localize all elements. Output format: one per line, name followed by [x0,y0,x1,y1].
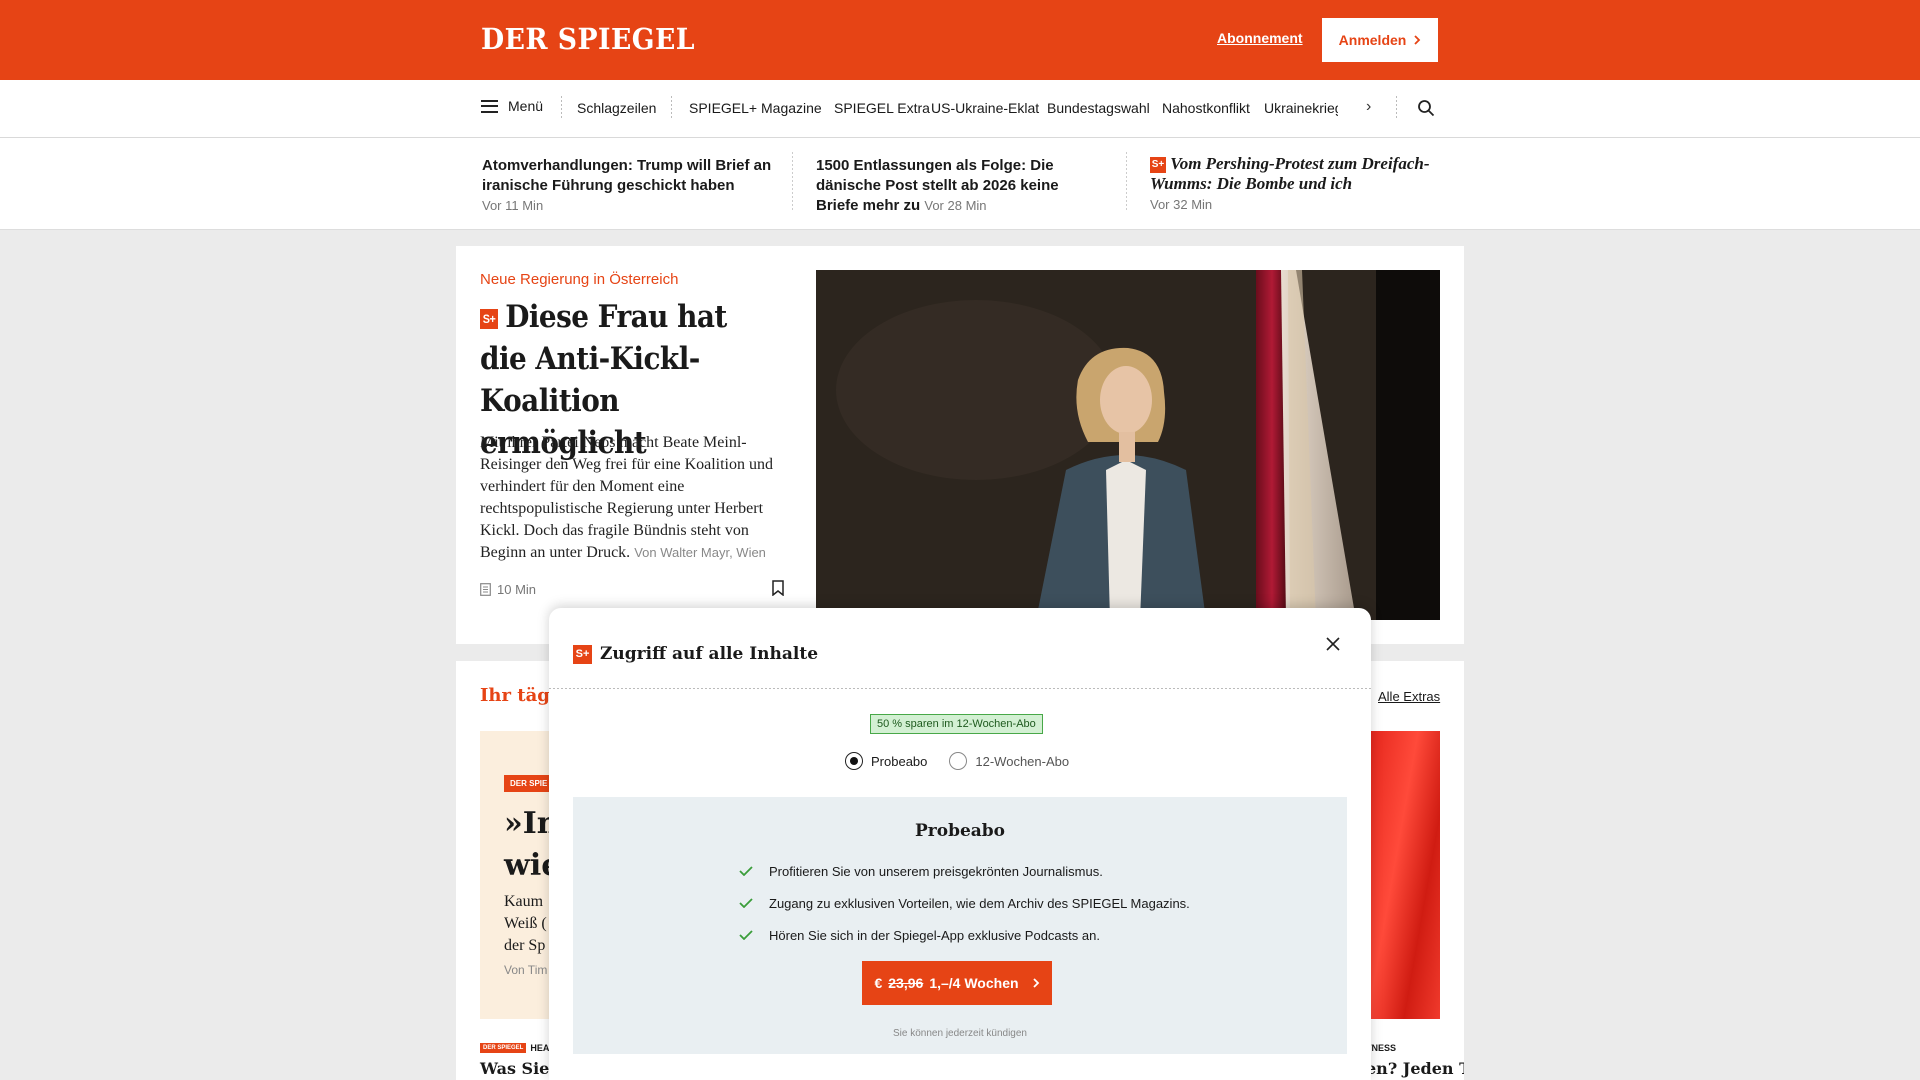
article-kicker: Neue Regierung in Österreich [480,271,679,288]
all-extras-link[interactable]: Alle Extras [1378,689,1440,704]
benefit-text: Zugang zu exklusiven Vorteilen, wie dem … [769,895,1190,911]
nav-item-nahostkonflikt[interactable]: Nahostkonflikt [1162,100,1264,120]
nav-item-spiegel-plus[interactable]: SPIEGEL+ [689,100,761,120]
abonnement-link[interactable]: Abonnement [1217,30,1303,46]
spiegel-logo[interactable]: DER SPIEGEL [481,22,695,56]
bookmark-icon[interactable] [772,580,784,596]
category-tag: DER SPIEGEL HEALT [480,1043,560,1053]
portrait-image [816,270,1440,620]
article-teaser: Mit ihrer Partei Neos macht Beate Meinl-… [480,432,796,564]
teaser-line: Weiß ( [504,915,547,932]
new-price: 1,–/4 Wochen [929,975,1019,991]
document-icon [480,583,491,596]
top-header: DER SPIEGEL Abonnement Anmelden [0,0,1920,80]
option-label: Probeabo [871,753,928,769]
nav-item-magazine[interactable]: Magazine [761,100,834,120]
read-time-label: 10 Min [497,582,537,597]
nav-item-bundestagswahl[interactable]: Bundestagswahl [1047,100,1162,120]
read-time: 10 Min [480,582,536,597]
modal-divider [549,688,1371,689]
benefit-text: Hören Sie sich in der Spiegel-App exklus… [769,927,1100,943]
ticker-time: Vor 11 Min [482,198,544,213]
extra-teaser: Kaum Weiß ( der Sp [504,891,547,957]
ticker-time: Vor 32 Min [1150,197,1213,212]
spiegel-plus-badge: S+ [573,644,592,664]
lead-article-card[interactable]: Neue Regierung in Österreich S+ Diese Fra… [456,246,1464,644]
plan-details: Probeabo Profitieren Sie von unserem pre… [573,797,1347,1054]
benefit-text: Profitieren Sie von unserem preisgekrönt… [769,863,1103,879]
chevron-right-icon [1414,35,1421,45]
nav-bar: Menü Schlagzeilen SPIEGEL+ Magazine SPIE… [0,80,1920,138]
ticker-item[interactable]: S+ Vom Pershing-Protest zum Dreifach-Wum… [1150,154,1450,215]
teaser-text: Mit ihrer Partei Neos macht Beate Meinl-… [480,434,773,561]
savings-badge: 50 % sparen im 12-Wochen-Abo [870,714,1043,734]
option-label: 12-Wochen-Abo [975,753,1070,769]
currency: € [874,975,883,991]
benefits-list: Profitieren Sie von unserem preisgekrönt… [739,855,1190,951]
chevron-right-icon[interactable]: › [1366,98,1371,116]
chevron-right-icon [1032,978,1039,988]
menu-label: Menü [508,98,544,114]
nav-item-spiegel-extra[interactable]: SPIEGEL Extra [834,100,931,120]
article-photo[interactable] [816,270,1440,620]
hamburger-icon [481,99,498,113]
login-button[interactable]: Anmelden [1322,18,1438,62]
teaser-line: der Sp [504,937,546,954]
nav-divider [561,96,562,120]
modal-title: S+ Zugriff auf alle Inhalte [573,644,818,664]
article-author: Von Walter Mayr, Wien [634,545,766,560]
nav-items: Schlagzeilen SPIEGEL+ Magazine SPIEGEL E… [577,96,1338,120]
checkmark-icon [739,930,753,940]
nav-item-us-ukraine[interactable]: US-Ukraine-Eklat [931,100,1047,120]
extra-image[interactable] [1370,731,1440,1019]
benefit-item: Hören Sie sich in der Spiegel-App exklus… [739,919,1190,951]
plan-title: Probeabo [914,821,1006,841]
ticker-item[interactable]: 1500 Entlassungen als Folge: Die dänisch… [816,156,1076,216]
nav-item-ukrainekrieg[interactable]: Ukrainekrieg [1264,100,1338,120]
ticker-time: Vor 28 Min [924,198,987,213]
old-price: 23,96 [888,975,924,991]
option-probeabo[interactable]: Probeabo [845,752,927,770]
close-icon[interactable] [1325,636,1341,652]
cancel-note: Sie können jederzeit kündigen [893,1028,1027,1039]
nav-divider [1396,96,1397,120]
radio-button[interactable] [845,752,863,770]
spiegel-plus-badge: S+ [480,309,498,329]
modal-title-text: Zugriff auf alle Inhalte [600,644,819,664]
checkmark-icon [739,866,753,876]
ticker-divider [1126,152,1127,210]
nav-divider [671,96,680,120]
extra-author: Von Tim [504,963,548,977]
menu-button[interactable]: Menü [481,98,543,114]
ticker-title: Atomverhandlungen: Trump will Brief an i… [482,157,772,194]
teaser-line: Kaum [504,893,544,910]
plan-options: Probeabo 12-Wochen-Abo [845,752,1069,770]
bottom-headline[interactable]: en? Jeden Ta [1366,1059,1464,1078]
news-ticker: Atomverhandlungen: Trump will Brief an i… [0,138,1920,230]
subscription-modal: S+ Zugriff auf alle Inhalte 50 % sparen … [549,608,1371,1080]
spiegel-tag: DER SPIE [504,775,554,792]
spiegel-mini-tag: DER SPIEGEL [480,1043,527,1053]
ticker-item[interactable]: Atomverhandlungen: Trump will Brief an i… [482,156,772,216]
nav-item-schlagzeilen[interactable]: Schlagzeilen [577,100,671,120]
search-icon[interactable] [1417,99,1435,117]
benefit-item: Profitieren Sie von unserem preisgekrönt… [739,855,1190,887]
login-button-label: Anmelden [1338,32,1407,48]
ticker-title: Vom Pershing-Protest zum Dreifach-Wumms:… [1150,154,1430,193]
subscribe-button[interactable]: € 23,96 1,–/4 Wochen [862,961,1052,1005]
option-12-wochen-abo[interactable]: 12-Wochen-Abo [949,752,1069,770]
benefit-item: Zugang zu exklusiven Vorteilen, wie dem … [739,887,1190,919]
checkmark-icon [739,898,753,908]
ticker-divider [792,152,793,210]
radio-button[interactable] [949,752,968,770]
spiegel-plus-badge: S+ [1150,157,1166,174]
